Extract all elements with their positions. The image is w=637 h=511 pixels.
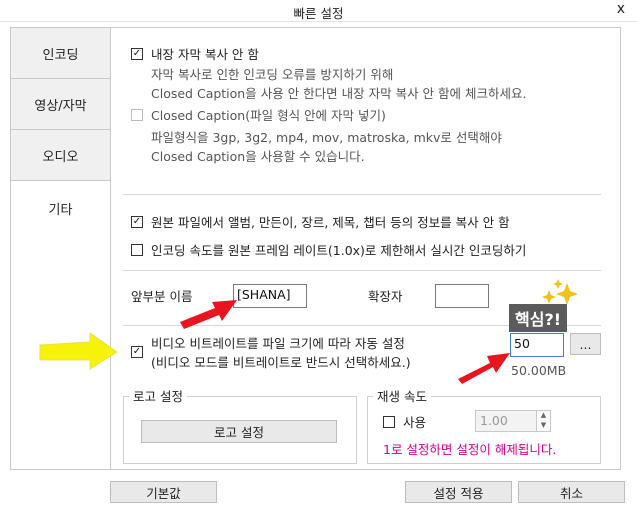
apply-button[interactable]: 설정 적용 (405, 481, 512, 503)
red-arrow-icon (458, 353, 510, 384)
default-button[interactable]: 기본값 (110, 481, 217, 503)
red-arrow-icon (180, 300, 237, 329)
cancel-button[interactable]: 취소 (518, 481, 625, 503)
yellow-arrow-icon (39, 332, 118, 370)
sparkle-icon (542, 279, 578, 305)
annotation-arrows (39, 279, 578, 384)
